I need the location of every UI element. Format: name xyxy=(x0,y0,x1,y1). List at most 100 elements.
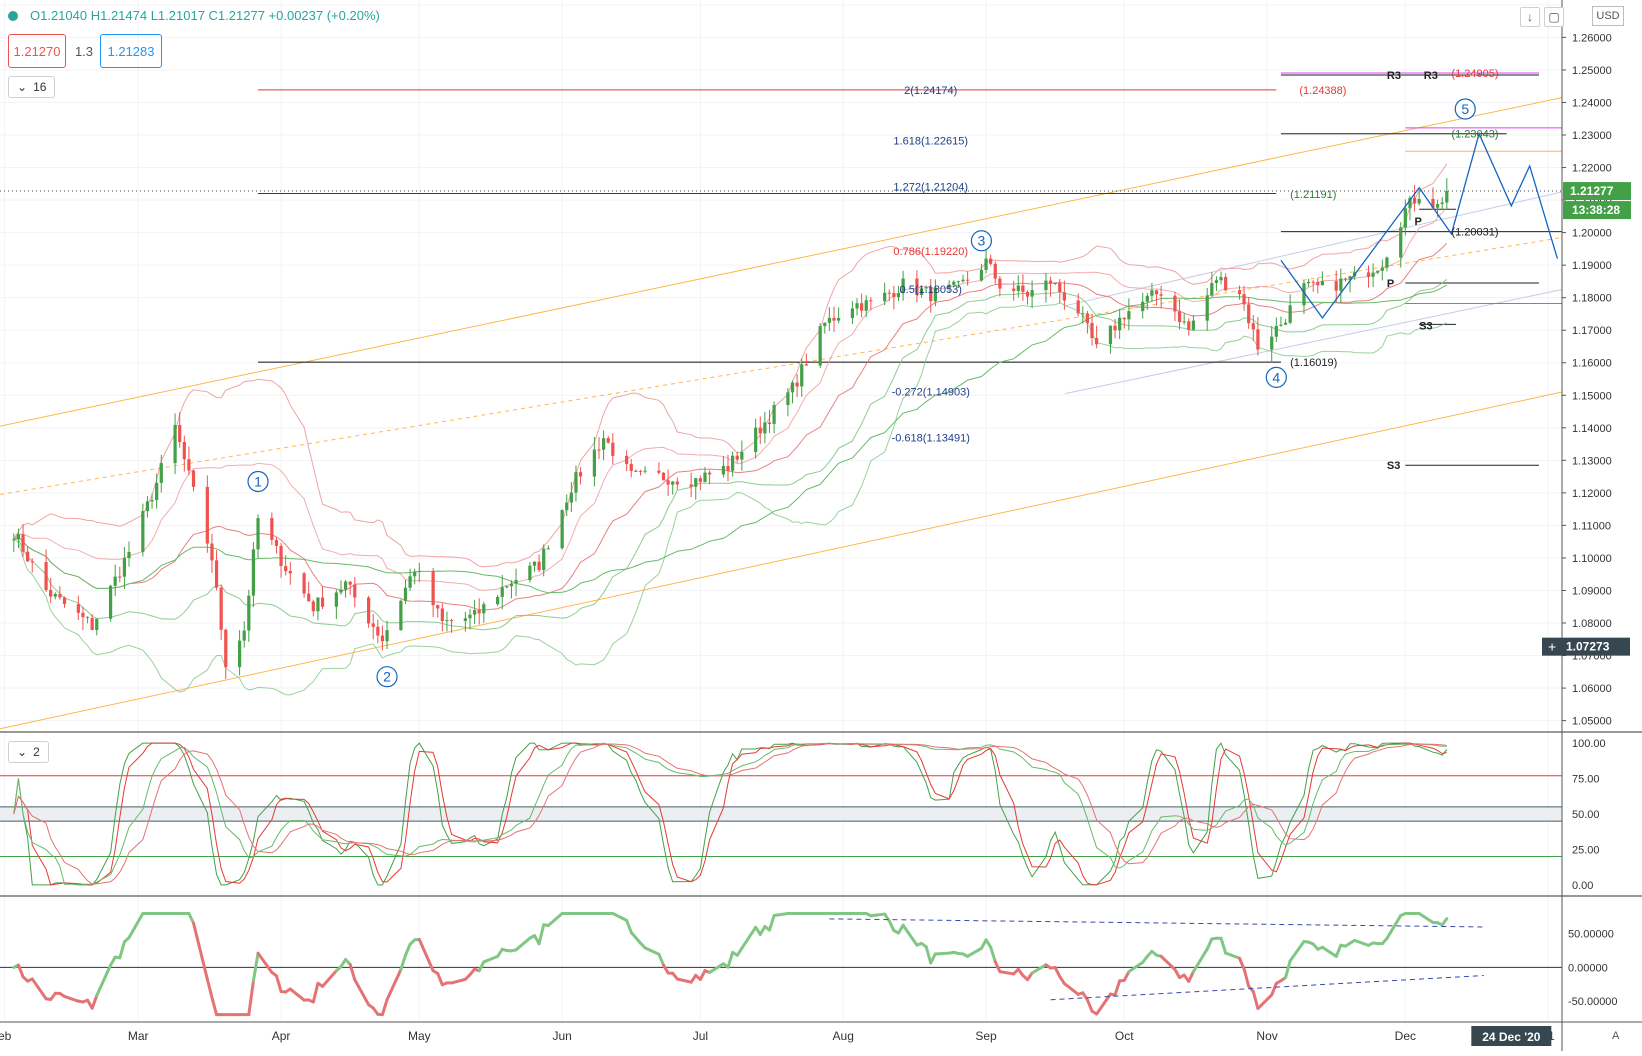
momentum-segment xyxy=(539,925,544,944)
sell-button[interactable]: 1.21270 xyxy=(8,34,66,68)
momentum-segment xyxy=(659,954,664,965)
candle-body xyxy=(989,259,992,264)
momentum-segment xyxy=(249,981,254,1015)
momentum-segment xyxy=(1064,984,1078,995)
candle-body xyxy=(1146,296,1149,302)
candle-body xyxy=(837,318,840,321)
candle-body xyxy=(676,482,679,485)
momentum-segment xyxy=(97,965,111,996)
fib-label: -0.618(1.13491) xyxy=(892,432,970,444)
candle-body xyxy=(984,259,987,270)
momentum-segment xyxy=(1244,969,1249,986)
stoch-tick-label: 50.00 xyxy=(1572,809,1600,821)
candle-body xyxy=(81,613,84,617)
indicators-toggle-button[interactable]: ⌄ 16 xyxy=(8,76,55,98)
momentum-tick-label: 50.00000 xyxy=(1568,929,1614,941)
candle-body xyxy=(1316,282,1319,285)
pivot-label: S3 xyxy=(1419,320,1432,332)
currency-button[interactable]: USD xyxy=(1592,6,1624,26)
candle-body xyxy=(243,631,246,641)
grid xyxy=(0,0,1562,1022)
stoch-tick-label: 75.00 xyxy=(1572,774,1600,786)
candles xyxy=(12,178,1448,679)
candle-body xyxy=(496,597,499,604)
candle-body xyxy=(77,604,80,613)
candle-body xyxy=(270,518,273,540)
pivot-label: S3 xyxy=(1387,460,1400,472)
move-down-button[interactable]: ↓ xyxy=(1520,7,1540,27)
candle-body xyxy=(763,422,766,433)
candle-body xyxy=(1312,282,1315,283)
candle-body xyxy=(736,456,739,460)
candle-body xyxy=(865,300,868,310)
candle-body xyxy=(353,585,356,598)
candle-body xyxy=(183,442,186,459)
momentum-segment xyxy=(479,962,484,971)
candle-body xyxy=(542,549,545,571)
candle-body xyxy=(607,438,610,443)
candle-body xyxy=(1275,326,1278,337)
candle-body xyxy=(630,464,633,471)
candle-body xyxy=(1026,292,1029,297)
candle-body xyxy=(160,463,163,483)
candle-body xyxy=(570,493,573,503)
price-tick-label: 1.19000 xyxy=(1572,260,1612,272)
candle-body xyxy=(220,588,223,630)
momentum-segment xyxy=(935,953,949,954)
pivot-label: P xyxy=(1387,278,1394,290)
momentum-segment xyxy=(710,964,724,973)
candle-body xyxy=(602,438,605,450)
candle-body xyxy=(998,279,1001,289)
momentum-segment xyxy=(419,939,433,970)
price-chart-svg[interactable]: 12345 2(1.24174)1.618(1.22615)1.272(1.21… xyxy=(0,0,1642,1051)
candle-body xyxy=(533,562,536,566)
candle-body xyxy=(537,562,540,570)
momentum-segment xyxy=(645,948,659,954)
candle-body xyxy=(450,620,453,621)
candle-body xyxy=(210,544,213,561)
price-tick-label: 1.24000 xyxy=(1572,97,1612,109)
momentum-segment xyxy=(350,964,355,979)
pane2-toggle-button[interactable]: ⌄ 2 xyxy=(8,741,49,763)
price-tick-label: 1.16000 xyxy=(1572,358,1612,370)
wave-label-1: 1 xyxy=(254,473,262,489)
candle-body xyxy=(413,572,416,577)
candle-body xyxy=(1210,283,1213,295)
price-tick-label: 1.08000 xyxy=(1572,618,1612,630)
momentum-segment xyxy=(774,913,788,915)
time-tick-label: Oct xyxy=(1115,1029,1134,1043)
candle-body xyxy=(1012,289,1015,291)
candle-body xyxy=(367,598,370,624)
price-tick-label: 1.13000 xyxy=(1572,455,1612,467)
candle-body xyxy=(289,571,292,573)
maximize-button[interactable]: ▢ xyxy=(1544,7,1564,27)
candle-body xyxy=(63,597,66,604)
momentum-segment xyxy=(1207,939,1212,949)
chevron-down-icon: ⌄ xyxy=(17,80,27,94)
candle-body xyxy=(17,534,20,539)
momentum-segment xyxy=(1290,942,1304,961)
momentum-tick-label: 0.00000 xyxy=(1568,962,1608,974)
candle-body xyxy=(432,571,435,605)
ohlc-values: O1.21040 H1.21474 L1.21017 C1.21277 +0.0… xyxy=(30,8,380,23)
auto-scale-button[interactable]: A xyxy=(1612,1030,1619,1042)
candle-body xyxy=(141,511,144,552)
candle-body xyxy=(869,300,872,301)
level-label: (1.24905) xyxy=(1451,68,1498,80)
momentum-segment xyxy=(438,973,443,984)
momentum-segment xyxy=(1189,972,1194,982)
fib-label: 1.272(1.21204) xyxy=(893,181,968,193)
candle-body xyxy=(1090,323,1093,338)
candle-body xyxy=(238,641,241,668)
candle-body xyxy=(307,594,310,602)
countdown-text: 13:38:28 xyxy=(1572,203,1620,217)
candle-body xyxy=(547,548,550,549)
buy-button[interactable]: 1.21283 xyxy=(100,34,162,68)
candle-body xyxy=(505,586,508,587)
candle-body xyxy=(805,364,808,365)
momentum-segment xyxy=(1387,915,1401,938)
candle-body xyxy=(1436,204,1439,208)
candle-body xyxy=(1058,283,1061,292)
momentum-segment xyxy=(32,979,46,999)
last-price-text: 1.21277 xyxy=(1570,184,1614,198)
